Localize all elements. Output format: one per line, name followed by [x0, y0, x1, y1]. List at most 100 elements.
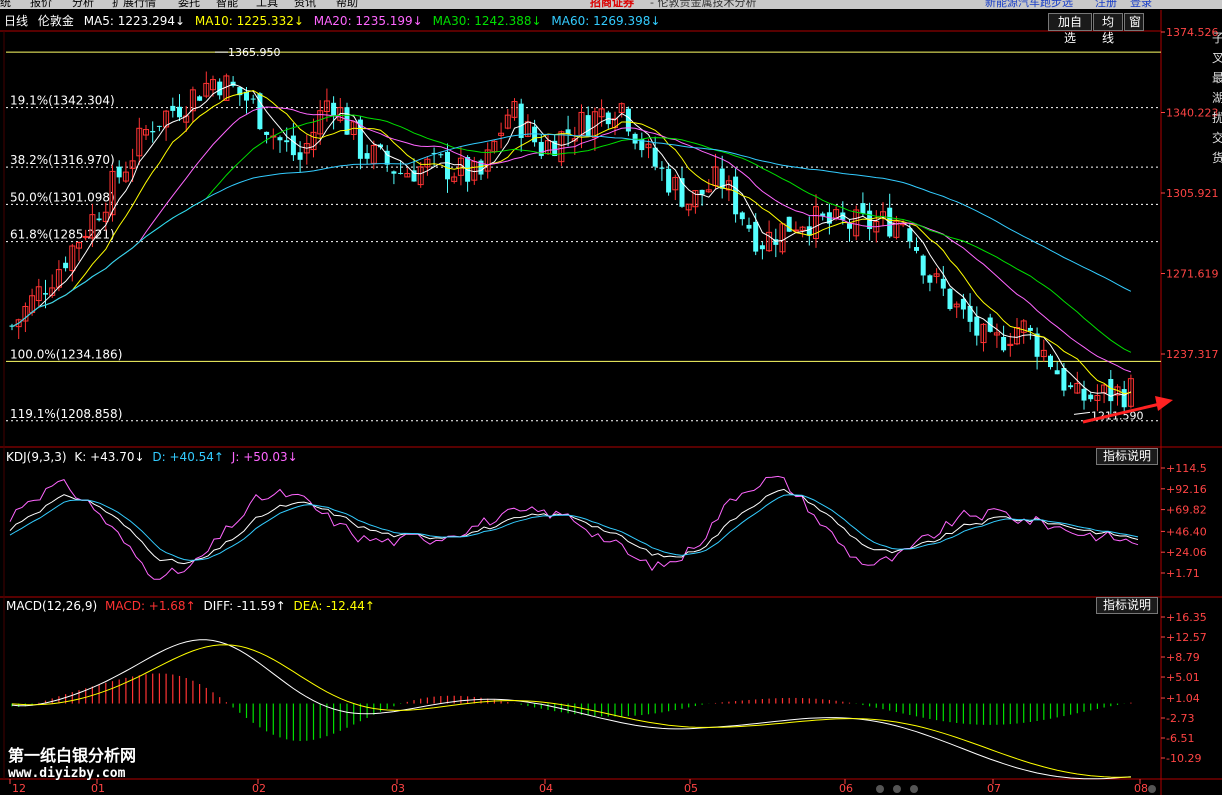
chart-canvas[interactable]: 19.1%(1342.304) 38.2%(1316.970) 50.0%(1301… — [0, 0, 1222, 795]
macd-axis-label: -10.29 — [1166, 752, 1201, 765]
price-axis-label: 1340.223 — [1166, 107, 1219, 120]
candle-body-down — [1027, 327, 1033, 331]
candle-body-down — [177, 106, 182, 118]
window-button[interactable]: 窗 — [1124, 13, 1144, 31]
candle-body-down — [197, 96, 203, 101]
candle-body-down — [217, 81, 223, 96]
ma60-label: MA60: 1269.398↓ — [551, 14, 661, 28]
fib-level-label: 100.0%(1234.186) — [10, 347, 122, 361]
candle-body-down — [297, 152, 303, 160]
macd-histogram — [11, 673, 1132, 742]
side-char: 交 — [1212, 131, 1222, 145]
menu-item-news[interactable]: 资讯 — [294, 0, 316, 8]
ma30-label: MA30: 1242.388↓ — [432, 14, 542, 28]
kdj-d-value: D: +40.54↑ — [152, 450, 224, 464]
kdj-axis-label: +69.82 — [1166, 504, 1207, 517]
watermark-url: www.diyizby.com — [8, 766, 126, 781]
side-char: 货 — [1212, 151, 1222, 165]
status-icon — [893, 785, 901, 793]
candle-body-down — [847, 223, 852, 229]
candle-body-down — [1121, 389, 1127, 408]
kdj-axis-label: +1.71 — [1166, 567, 1200, 580]
candlestick-series — [9, 71, 1134, 415]
candle-body-down — [284, 140, 290, 143]
candle-body-down — [364, 153, 370, 159]
candle-body-down — [739, 212, 745, 220]
add-watchlist-button[interactable]: 加自选 — [1048, 13, 1092, 45]
candle-body-down — [940, 278, 946, 289]
fib-level-label: 19.1%(1342.304) — [10, 94, 115, 108]
side-char: 扰 — [1212, 111, 1222, 125]
status-icon — [1148, 785, 1156, 793]
kdj-axis-label: +114.5 — [1166, 462, 1207, 475]
kdj-axis-label: +46.40 — [1166, 525, 1207, 538]
login-link[interactable]: 登录 — [1130, 0, 1152, 8]
macd-help-button[interactable]: 指标说明 — [1096, 597, 1159, 614]
price-axis-label: 1271.619 — [1166, 268, 1219, 281]
candle-body-down — [1068, 385, 1074, 388]
menu-item-tools[interactable]: 工具 — [256, 0, 278, 8]
ma20-label: MA20: 1235.199↓ — [313, 14, 423, 28]
menu-item-quote[interactable]: 报价 — [30, 0, 52, 8]
kdj-k-line — [9, 488, 1139, 565]
high-marker-label: 1365.950 — [228, 46, 281, 59]
candle-body-down — [290, 135, 296, 156]
candle-body-down — [753, 221, 759, 252]
candle-body-down — [746, 224, 752, 229]
candle-body-down — [150, 131, 156, 133]
kdj-j-line — [9, 475, 1139, 580]
menu-item-trade[interactable]: 委托 — [178, 0, 200, 8]
candle-body-down — [960, 298, 966, 310]
candle-body-down — [927, 275, 933, 283]
macd-axis-label: +12.57 — [1166, 631, 1207, 644]
macd-value: MACD: +1.68↑ — [104, 599, 196, 613]
menu-item-system[interactable]: 统 — [0, 0, 11, 8]
candle-body-down — [1034, 333, 1040, 357]
candle-body-down — [659, 167, 665, 169]
low-marker-line — [1073, 411, 1091, 415]
candle-body-down — [920, 255, 926, 276]
menu-item-help[interactable]: 帮助 — [336, 0, 358, 8]
candle-body-down — [1108, 378, 1114, 402]
candle-body-down — [518, 103, 524, 138]
menu-item-analysis[interactable]: 分析 — [72, 0, 94, 8]
menu-item-smart[interactable]: 智能 — [216, 0, 238, 8]
top-menu-bar: 统 报价 分析 扩展行情 委托 智能 工具 资讯 帮助 招商证券 - 伦敦贵金属… — [0, 0, 1222, 9]
symbol-label: 伦敦金 — [37, 14, 74, 28]
period-label[interactable]: 日线 — [4, 14, 28, 28]
candle-body-down — [907, 228, 913, 242]
time-axis-label: 08 — [1134, 782, 1148, 795]
side-char: 叉 — [1212, 51, 1222, 65]
register-link[interactable]: 注册 — [1095, 0, 1117, 8]
candle-body-down — [250, 98, 256, 100]
side-panel-cropped: 子 叉 最 湖 扰 交 货 — [1212, 28, 1222, 228]
macd-axis-label: +1.04 — [1166, 692, 1200, 705]
time-axis-label: 01 — [91, 782, 105, 795]
macd-axis-label: +16.35 — [1166, 611, 1207, 624]
macd-axis-label: -2.73 — [1166, 712, 1194, 725]
menu-item-extended[interactable]: 扩展行情 — [112, 0, 156, 8]
candle-body-down — [860, 203, 866, 214]
ma10-label: MA10: 1225.332↓ — [194, 14, 304, 28]
candle-body-down — [652, 147, 658, 167]
kdj-help-button[interactable]: 指标说明 — [1096, 448, 1159, 465]
promo-link[interactable]: 新能源汽车跑步选 — [985, 0, 1073, 8]
candle-body-down — [914, 247, 919, 251]
candle-body-down — [43, 293, 48, 295]
fib-level-label: 50.0%(1301.098) — [10, 190, 115, 204]
candle-body-down — [398, 172, 404, 174]
side-char: 子 — [1212, 31, 1222, 45]
time-axis-label: 05 — [684, 782, 698, 795]
annotations: 1365.950 1211.590 — [215, 46, 1173, 424]
time-axis-label: 04 — [539, 782, 553, 795]
time-axis-label: 06 — [839, 782, 853, 795]
time-axis-label: 12 — [12, 782, 26, 795]
candle-body-down — [532, 126, 538, 143]
kdj-d-line — [9, 494, 1139, 561]
candle-body-down — [759, 245, 765, 250]
ma-settings-button[interactable]: 均线 — [1093, 13, 1123, 45]
macd-name: MACD(12,26,9) — [6, 599, 98, 613]
moving-average-lines — [11, 83, 1132, 397]
price-header: 日线 伦敦金 MA5: 1223.294↓ MA10: 1225.332↓ MA… — [0, 11, 1161, 31]
price-axis-label: 1305.921 — [1166, 187, 1219, 200]
